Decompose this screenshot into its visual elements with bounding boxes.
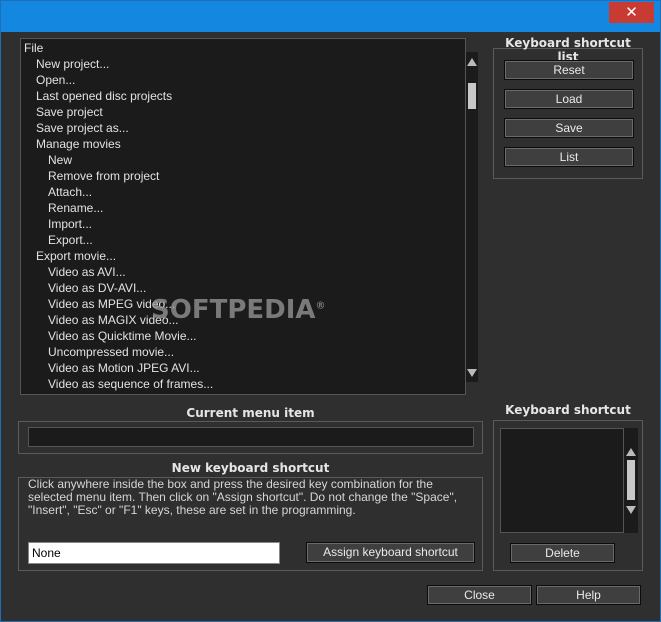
menu-tree-item[interactable]: Open... bbox=[36, 73, 75, 87]
scroll-down-icon[interactable] bbox=[626, 506, 636, 514]
save-button[interactable]: Save bbox=[504, 118, 634, 138]
new-shortcut-title: New keyboard shortcut bbox=[171, 461, 330, 475]
softpedia-watermark: SOFTPEDIA® bbox=[151, 295, 326, 325]
new-shortcut-description: Click anywhere inside the box and press … bbox=[28, 477, 458, 517]
menu-tree-item[interactable]: Remove from project bbox=[48, 169, 159, 183]
menu-tree-scrollbar[interactable] bbox=[466, 52, 478, 382]
menu-tree-item[interactable]: New bbox=[48, 153, 72, 167]
delete-button[interactable]: Delete bbox=[510, 543, 615, 563]
menu-tree-item[interactable]: Video as sequence of frames... bbox=[48, 377, 213, 391]
help-button[interactable]: Help bbox=[536, 585, 641, 605]
load-button[interactable]: Load bbox=[504, 89, 634, 109]
menu-tree-item[interactable]: Import... bbox=[48, 217, 92, 231]
menu-tree-item[interactable]: Last opened disc projects bbox=[36, 89, 172, 103]
assign-shortcut-button[interactable]: Assign keyboard shortcut bbox=[306, 542, 475, 563]
current-item-field bbox=[28, 427, 474, 447]
close-icon: ✕ bbox=[625, 3, 638, 21]
current-item-title: Current menu item bbox=[186, 406, 315, 420]
dialog-window: ✕ File New project... Open... Last opened d… bbox=[0, 0, 661, 622]
menu-tree-item[interactable]: Rename... bbox=[48, 201, 103, 215]
scroll-thumb[interactable] bbox=[468, 83, 476, 110]
scroll-down-icon[interactable] bbox=[467, 369, 477, 377]
title-bar: ✕ bbox=[1, 1, 660, 32]
menu-tree-item[interactable]: File bbox=[24, 41, 43, 55]
menu-tree-item[interactable]: Uncompressed movie... bbox=[48, 345, 174, 359]
menu-tree-item[interactable]: Manage movies bbox=[36, 137, 121, 151]
keyboard-shortcut-list[interactable] bbox=[500, 428, 624, 533]
reset-button[interactable]: Reset bbox=[504, 60, 634, 80]
scroll-up-icon[interactable] bbox=[626, 448, 636, 456]
menu-tree-item[interactable]: Export... bbox=[48, 233, 93, 247]
close-button[interactable]: Close bbox=[427, 585, 532, 605]
menu-tree-item[interactable]: Save project as... bbox=[36, 121, 129, 135]
menu-tree-item[interactable]: Export movie... bbox=[36, 249, 116, 263]
menu-tree-item[interactable]: Video as AVI... bbox=[48, 265, 126, 279]
menu-tree-item[interactable]: Save project bbox=[36, 105, 103, 119]
menu-tree-item[interactable]: Video as Motion JPEG AVI... bbox=[48, 361, 200, 375]
list-button[interactable]: List bbox=[504, 147, 634, 167]
menu-tree-list[interactable]: File New project... Open... Last opened dis… bbox=[20, 38, 466, 395]
menu-tree-item[interactable]: New project... bbox=[36, 57, 109, 71]
scroll-up-icon[interactable] bbox=[467, 58, 477, 66]
window-close-button[interactable]: ✕ bbox=[609, 2, 654, 23]
shortcut-capture-input[interactable]: None bbox=[28, 542, 280, 564]
shortcut-list-scrollbar[interactable] bbox=[624, 428, 638, 533]
menu-tree-item[interactable]: Video as DV-AVI... bbox=[48, 281, 146, 295]
menu-tree-item[interactable]: Attach... bbox=[48, 185, 92, 199]
scroll-thumb[interactable] bbox=[627, 460, 635, 500]
menu-tree-item[interactable]: Video as Quicktime Movie... bbox=[48, 329, 197, 343]
keyboard-shortcut-title: Keyboard shortcut bbox=[505, 403, 631, 417]
